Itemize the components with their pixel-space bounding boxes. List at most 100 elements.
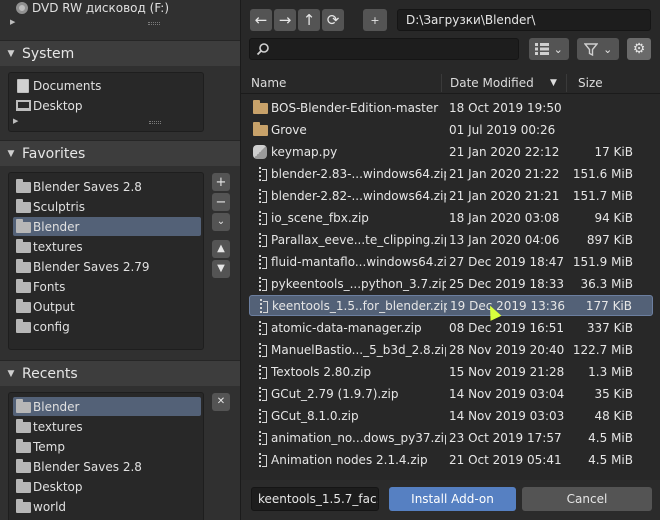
settings-button[interactable]: ⚙ (627, 38, 651, 60)
clear-recents-button[interactable]: ✕ (212, 393, 230, 411)
new-folder-button[interactable]: + (363, 9, 387, 31)
file-size: 17 KiB (594, 144, 633, 159)
folder-icon (13, 399, 33, 413)
file-row[interactable]: BOS-Blender-Edition-master 18 Oct 2019 19… (249, 97, 653, 118)
file-date: 13 Jan 2020 04:06 (449, 232, 560, 247)
sidebar-item-favorite[interactable]: Sculptris (13, 197, 201, 216)
folder-icon (13, 459, 33, 473)
file-row[interactable]: pykeentools_...python_3.7.zip 25 Dec 2019… (249, 273, 653, 294)
section-header-system[interactable]: ▼ System (0, 40, 240, 66)
sidebar-item-label: Fonts (33, 279, 66, 294)
section-header-favorites[interactable]: ▼ Favorites (0, 140, 240, 166)
sidebar: DVD RW дисковод (F:) ▶ ▼ System Document… (0, 0, 240, 520)
install-addon-button[interactable]: Install Add-on (389, 487, 516, 511)
filter-funnel-icon (583, 42, 598, 56)
file-date: 21 Jan 2020 21:21 (449, 188, 560, 203)
sidebar-item-favorite[interactable]: Fonts (13, 277, 201, 296)
resize-grip[interactable] (149, 121, 161, 124)
column-header-label: Name (251, 75, 287, 90)
column-separator[interactable] (441, 74, 442, 92)
file-row-selected[interactable]: keentools_1.5..for_blender.zip 19 Dec 201… (249, 295, 653, 316)
filter-dropdown[interactable]: ⌄ (577, 38, 619, 60)
sidebar-item-favorite[interactable]: Blender Saves 2.8 (13, 177, 201, 196)
file-row[interactable]: ManuelBastio..._5_b3d_2.8.zip 28 Nov 2019… (249, 339, 653, 360)
file-row[interactable]: Textools 2.80.zip 15 Nov 2019 21:28 1.3 Mi… (249, 361, 653, 382)
new-folder-icon: + (370, 13, 380, 27)
column-header-label: Date Modified (450, 75, 534, 90)
python-file-icon (249, 144, 271, 159)
list-view-icon (535, 43, 550, 55)
favorites-list: Blender Saves 2.8 Sculptris Blender text… (8, 172, 204, 350)
file-name: blender-2.83-...windows64.zip (271, 166, 446, 181)
back-button[interactable]: ← (250, 9, 272, 31)
file-size: 122.7 MiB (572, 342, 633, 357)
file-row[interactable]: blender-2.83-...windows64.zip 21 Jan 2020… (249, 163, 653, 184)
sidebar-item-recent[interactable]: textures (13, 417, 201, 436)
directory-path-field[interactable]: D:\Загрузки\Blender\ (397, 9, 651, 31)
favorites-menu-button[interactable]: ⌄ (212, 213, 230, 231)
sidebar-item-label: Temp (33, 439, 65, 454)
column-header-date[interactable]: Date Modified (450, 72, 534, 94)
sidebar-item-label: textures (33, 239, 83, 254)
parent-directory-button[interactable]: ↑ (298, 9, 320, 31)
file-row[interactable]: Grove 01 Jul 2019 00:26 (249, 119, 653, 140)
sort-descending-icon[interactable]: ▼ (550, 72, 557, 94)
sidebar-item-label: DVD RW дисковод (F:) (32, 0, 170, 15)
file-row[interactable]: GCut_2.79 (1.9.7).zip 14 Nov 2019 03:04 35… (249, 383, 653, 404)
search-input[interactable] (249, 38, 519, 60)
add-favorite-button[interactable]: + (212, 173, 230, 191)
column-header-name[interactable]: Name (251, 72, 286, 94)
filename-input[interactable]: keentools_1.5.7_fac... (251, 487, 379, 511)
gear-icon: ⚙ (632, 41, 646, 57)
file-name: keymap.py (271, 144, 338, 159)
folder-icon (13, 419, 33, 433)
sidebar-item-favorite[interactable]: Output (13, 297, 201, 316)
expand-arrow-icon[interactable]: ▶ (10, 18, 15, 26)
sidebar-item-documents[interactable]: Documents (13, 76, 201, 95)
column-header-size[interactable]: Size (578, 72, 603, 94)
sidebar-item-label: Desktop (33, 479, 83, 494)
move-up-button[interactable]: ▲ (212, 240, 230, 258)
sidebar-item-desktop[interactable]: Desktop (13, 96, 201, 115)
file-row[interactable]: atomic-data-manager.zip 08 Dec 2019 16:51… (249, 317, 653, 338)
sidebar-item-favorite-selected[interactable]: Blender (13, 217, 201, 236)
file-row[interactable]: fluid-mantaflo...windows64.zip 27 Dec 201… (249, 251, 653, 272)
sidebar-item-favorite[interactable]: Blender Saves 2.79 (13, 257, 201, 276)
file-row[interactable]: GCut_8.1.0.zip 14 Nov 2019 03:03 48 KiB (249, 405, 653, 426)
remove-favorite-button[interactable]: − (212, 193, 230, 211)
file-row[interactable]: Animation nodes 2.1.4.zip 21 Oct 2019 05:… (249, 449, 653, 470)
column-header-label: Size (578, 75, 603, 90)
file-date: 21 Jan 2020 21:22 (449, 166, 560, 181)
file-name: ManuelBastio..._5_b3d_2.8.zip (271, 342, 446, 357)
file-list: BOS-Blender-Edition-master 18 Oct 2019 19… (241, 97, 660, 477)
file-row[interactable]: blender-2.82-...windows64.zip 21 Jan 2020… (249, 185, 653, 206)
sidebar-item-dvd-drive[interactable]: DVD RW дисковод (F:) (12, 0, 200, 17)
sidebar-item-recent-selected[interactable]: Blender (13, 397, 201, 416)
sidebar-item-recent[interactable]: Blender Saves 2.8 (13, 457, 201, 476)
file-row[interactable]: Parallax_eeve...te_clipping.zip 13 Jan 20… (249, 229, 653, 250)
file-row[interactable]: io_scene_fbx.zip 18 Jan 2020 03:08 94 KiB (249, 207, 653, 228)
refresh-button[interactable]: ⟳ (322, 9, 344, 31)
move-down-button[interactable]: ▼ (212, 260, 230, 278)
file-name: Parallax_eeve...te_clipping.zip (271, 232, 446, 247)
sidebar-item-recent[interactable]: Temp (13, 437, 201, 456)
file-row[interactable]: animation_no...dows_py37.zip 23 Oct 2019 … (249, 427, 653, 448)
resize-grip[interactable] (148, 22, 160, 25)
sidebar-item-favorite[interactable]: config (13, 317, 201, 336)
sidebar-item-recent[interactable]: world (13, 497, 201, 516)
display-mode-dropdown[interactable]: ⌄ (529, 38, 569, 60)
expand-arrow-icon[interactable]: ▶ (13, 117, 18, 125)
directory-path-text: D:\Загрузки\Blender\ (406, 13, 536, 27)
forward-button[interactable]: → (274, 9, 296, 31)
section-header-recents[interactable]: ▼ Recents (0, 360, 240, 386)
zip-file-icon (249, 254, 271, 269)
zip-file-icon (249, 166, 271, 181)
file-name: io_scene_fbx.zip (271, 210, 369, 225)
sidebar-item-favorite[interactable]: textures (13, 237, 201, 256)
sidebar-item-label: Blender Saves 2.8 (33, 179, 142, 194)
column-separator[interactable] (566, 74, 567, 92)
sidebar-item-recent[interactable]: Desktop (13, 477, 201, 496)
cancel-button[interactable]: Cancel (522, 487, 652, 511)
file-row[interactable]: keymap.py 21 Jan 2020 22:12 17 KiB (249, 141, 653, 162)
file-name: pykeentools_...python_3.7.zip (271, 276, 446, 291)
